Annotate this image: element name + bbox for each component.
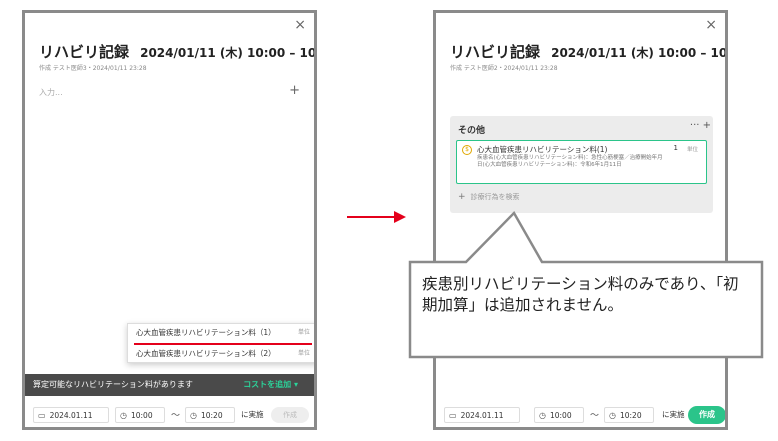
callout-bubble bbox=[408, 210, 764, 359]
callout-text: 疾患別リハビリテーション料のみであり、「初期加算」は追加されません。 bbox=[422, 275, 739, 314]
